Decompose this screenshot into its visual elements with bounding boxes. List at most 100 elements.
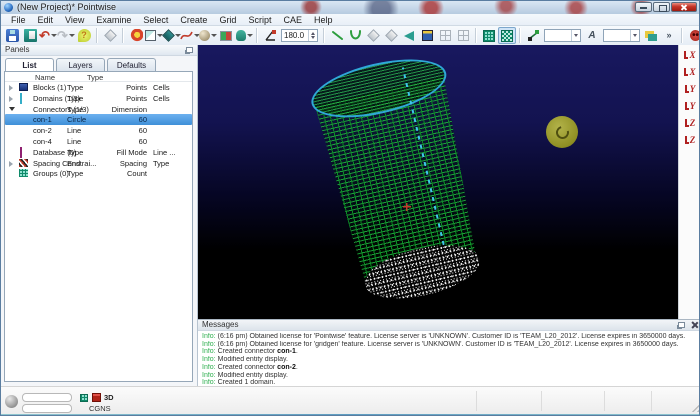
axis-label: Z xyxy=(690,118,696,128)
title-bar[interactable]: (New Project)* Pointwise xyxy=(1,1,700,14)
extrude-button[interactable] xyxy=(418,27,436,44)
surface-tool-button[interactable] xyxy=(364,27,382,44)
join-connector-button[interactable] xyxy=(524,27,542,44)
app-logo-icon xyxy=(4,3,13,12)
float-panel-icon[interactable] xyxy=(186,47,193,53)
tree-cell: Line ... xyxy=(153,148,183,157)
expander-icon[interactable] xyxy=(9,107,15,111)
database-tool-button[interactable] xyxy=(199,27,217,44)
tab-list[interactable]: List xyxy=(5,58,54,71)
angle-combobox[interactable]: 180.0 xyxy=(281,29,318,42)
layer-combobox[interactable] xyxy=(544,29,581,42)
view-plus-z-button[interactable]: Z xyxy=(681,116,700,129)
help-button[interactable]: ? xyxy=(75,27,93,44)
save-button[interactable] xyxy=(3,27,21,44)
tree-row-spacing-constraints[interactable]: Spacing Constrai... End Spacing Type xyxy=(5,158,192,169)
close-button[interactable] xyxy=(671,2,697,12)
help-icon: ? xyxy=(78,29,91,42)
resize-grip[interactable] xyxy=(689,402,699,412)
tab-layers[interactable]: Layers xyxy=(56,58,105,71)
menu-create[interactable]: Create xyxy=(174,15,213,25)
menu-cae[interactable]: CAE xyxy=(277,15,308,25)
menu-grid[interactable]: Grid xyxy=(213,15,242,25)
select-mode-button[interactable] xyxy=(101,27,119,44)
view-minus-x-button[interactable]: X xyxy=(681,65,700,78)
unstructured-grid-button[interactable] xyxy=(498,27,516,44)
messages-panel: Messages Info:(6:16 pm) Obtained license… xyxy=(198,319,700,386)
tree-row-groups[interactable]: Groups (0) Type Count xyxy=(5,168,192,179)
tree-row-database[interactable]: Database (0) Type Fill Mode Line ... xyxy=(5,147,192,158)
separator xyxy=(476,391,477,411)
group-icon xyxy=(19,169,28,177)
spinner[interactable] xyxy=(630,30,639,41)
chevron-down-icon[interactable] xyxy=(247,34,253,37)
expander-icon[interactable] xyxy=(9,96,13,102)
checker-grid-icon xyxy=(501,30,513,42)
tree-cell: Line xyxy=(67,126,103,135)
view-minus-y-button[interactable]: Y xyxy=(681,99,700,112)
domain-tool-button[interactable] xyxy=(163,27,181,44)
menu-file[interactable]: File xyxy=(5,15,32,25)
tree-cell: Type xyxy=(67,83,103,92)
status-field-2[interactable] xyxy=(22,404,72,413)
annotation-combobox[interactable] xyxy=(603,29,640,42)
overflow-icon: » xyxy=(663,29,676,42)
3d-viewport[interactable] xyxy=(198,45,678,319)
axis-arrow-icon xyxy=(685,119,689,127)
pan-button[interactable] xyxy=(235,27,253,44)
messages-header[interactable]: Messages xyxy=(198,320,700,331)
menu-examine[interactable]: Examine xyxy=(90,15,137,25)
attributes-button[interactable] xyxy=(127,27,145,44)
layers-button[interactable] xyxy=(642,27,660,44)
angle-measure-button[interactable] xyxy=(261,27,279,44)
tree-row-con-1[interactable]: con-1 Circle 60 xyxy=(5,114,192,125)
panels-title: Panels xyxy=(5,45,29,54)
view-minus-z-button[interactable]: Z xyxy=(681,133,700,146)
expander-icon[interactable] xyxy=(9,161,13,167)
tab-defaults[interactable]: Defaults xyxy=(107,58,156,71)
tree-row-blocks[interactable]: Blocks (1) Type Points Cells xyxy=(5,82,192,93)
connector-tool-button[interactable] xyxy=(181,27,199,44)
separator xyxy=(541,391,542,411)
assemble2-button[interactable] xyxy=(454,27,472,44)
expander-icon[interactable] xyxy=(9,85,13,91)
redo-button[interactable]: ↷ xyxy=(57,27,75,44)
undo-button[interactable]: ↶ xyxy=(39,27,57,44)
block-tool-button[interactable] xyxy=(145,27,163,44)
tree-row-con-4[interactable]: con-4 Line 60 xyxy=(5,136,192,147)
spinner[interactable] xyxy=(571,30,580,41)
view-plus-x-button[interactable]: X xyxy=(681,48,700,61)
minimize-button[interactable] xyxy=(635,2,652,12)
menu-help[interactable]: Help xyxy=(308,15,339,25)
menu-edit[interactable]: Edit xyxy=(32,15,60,25)
curve-button[interactable] xyxy=(346,27,364,44)
status-sphere-icon[interactable] xyxy=(5,395,18,408)
menu-view[interactable]: View xyxy=(59,15,90,25)
annotate-button[interactable]: A xyxy=(583,27,601,44)
status-field-1[interactable] xyxy=(22,393,72,402)
cylinder-mesh[interactable] xyxy=(314,73,485,288)
toolbar-overflow-button[interactable]: » xyxy=(660,27,678,44)
mask-button[interactable] xyxy=(686,27,700,44)
menu-select[interactable]: Select xyxy=(137,15,174,25)
tree-cell: Type xyxy=(67,169,103,178)
two-point-curve-button[interactable] xyxy=(328,27,346,44)
separator xyxy=(604,391,605,411)
tree-row-con-2[interactable]: con-2 Line 60 xyxy=(5,125,192,136)
tree-row-connectors[interactable]: Connectors (1/3) Type Dimension xyxy=(5,104,192,115)
tree-row-domains[interactable]: Domains (1/3) Type Points Cells xyxy=(5,93,192,104)
display-attributes-button[interactable] xyxy=(217,27,235,44)
menu-script[interactable]: Script xyxy=(242,15,277,25)
maximize-button[interactable] xyxy=(653,2,670,12)
spinner[interactable] xyxy=(308,30,317,41)
view-plus-y-button[interactable]: Y xyxy=(681,82,700,95)
surface-tool2-button[interactable] xyxy=(382,27,400,44)
assemble-button[interactable] xyxy=(436,27,454,44)
revolve-button[interactable] xyxy=(400,27,418,44)
close-icon[interactable] xyxy=(690,321,698,329)
structured-grid-button[interactable] xyxy=(480,27,498,44)
solid-box-icon xyxy=(422,30,433,41)
open-button[interactable] xyxy=(21,27,39,44)
float-panel-icon[interactable] xyxy=(678,322,685,328)
log-line: Info:Modified entity display. xyxy=(202,356,697,364)
